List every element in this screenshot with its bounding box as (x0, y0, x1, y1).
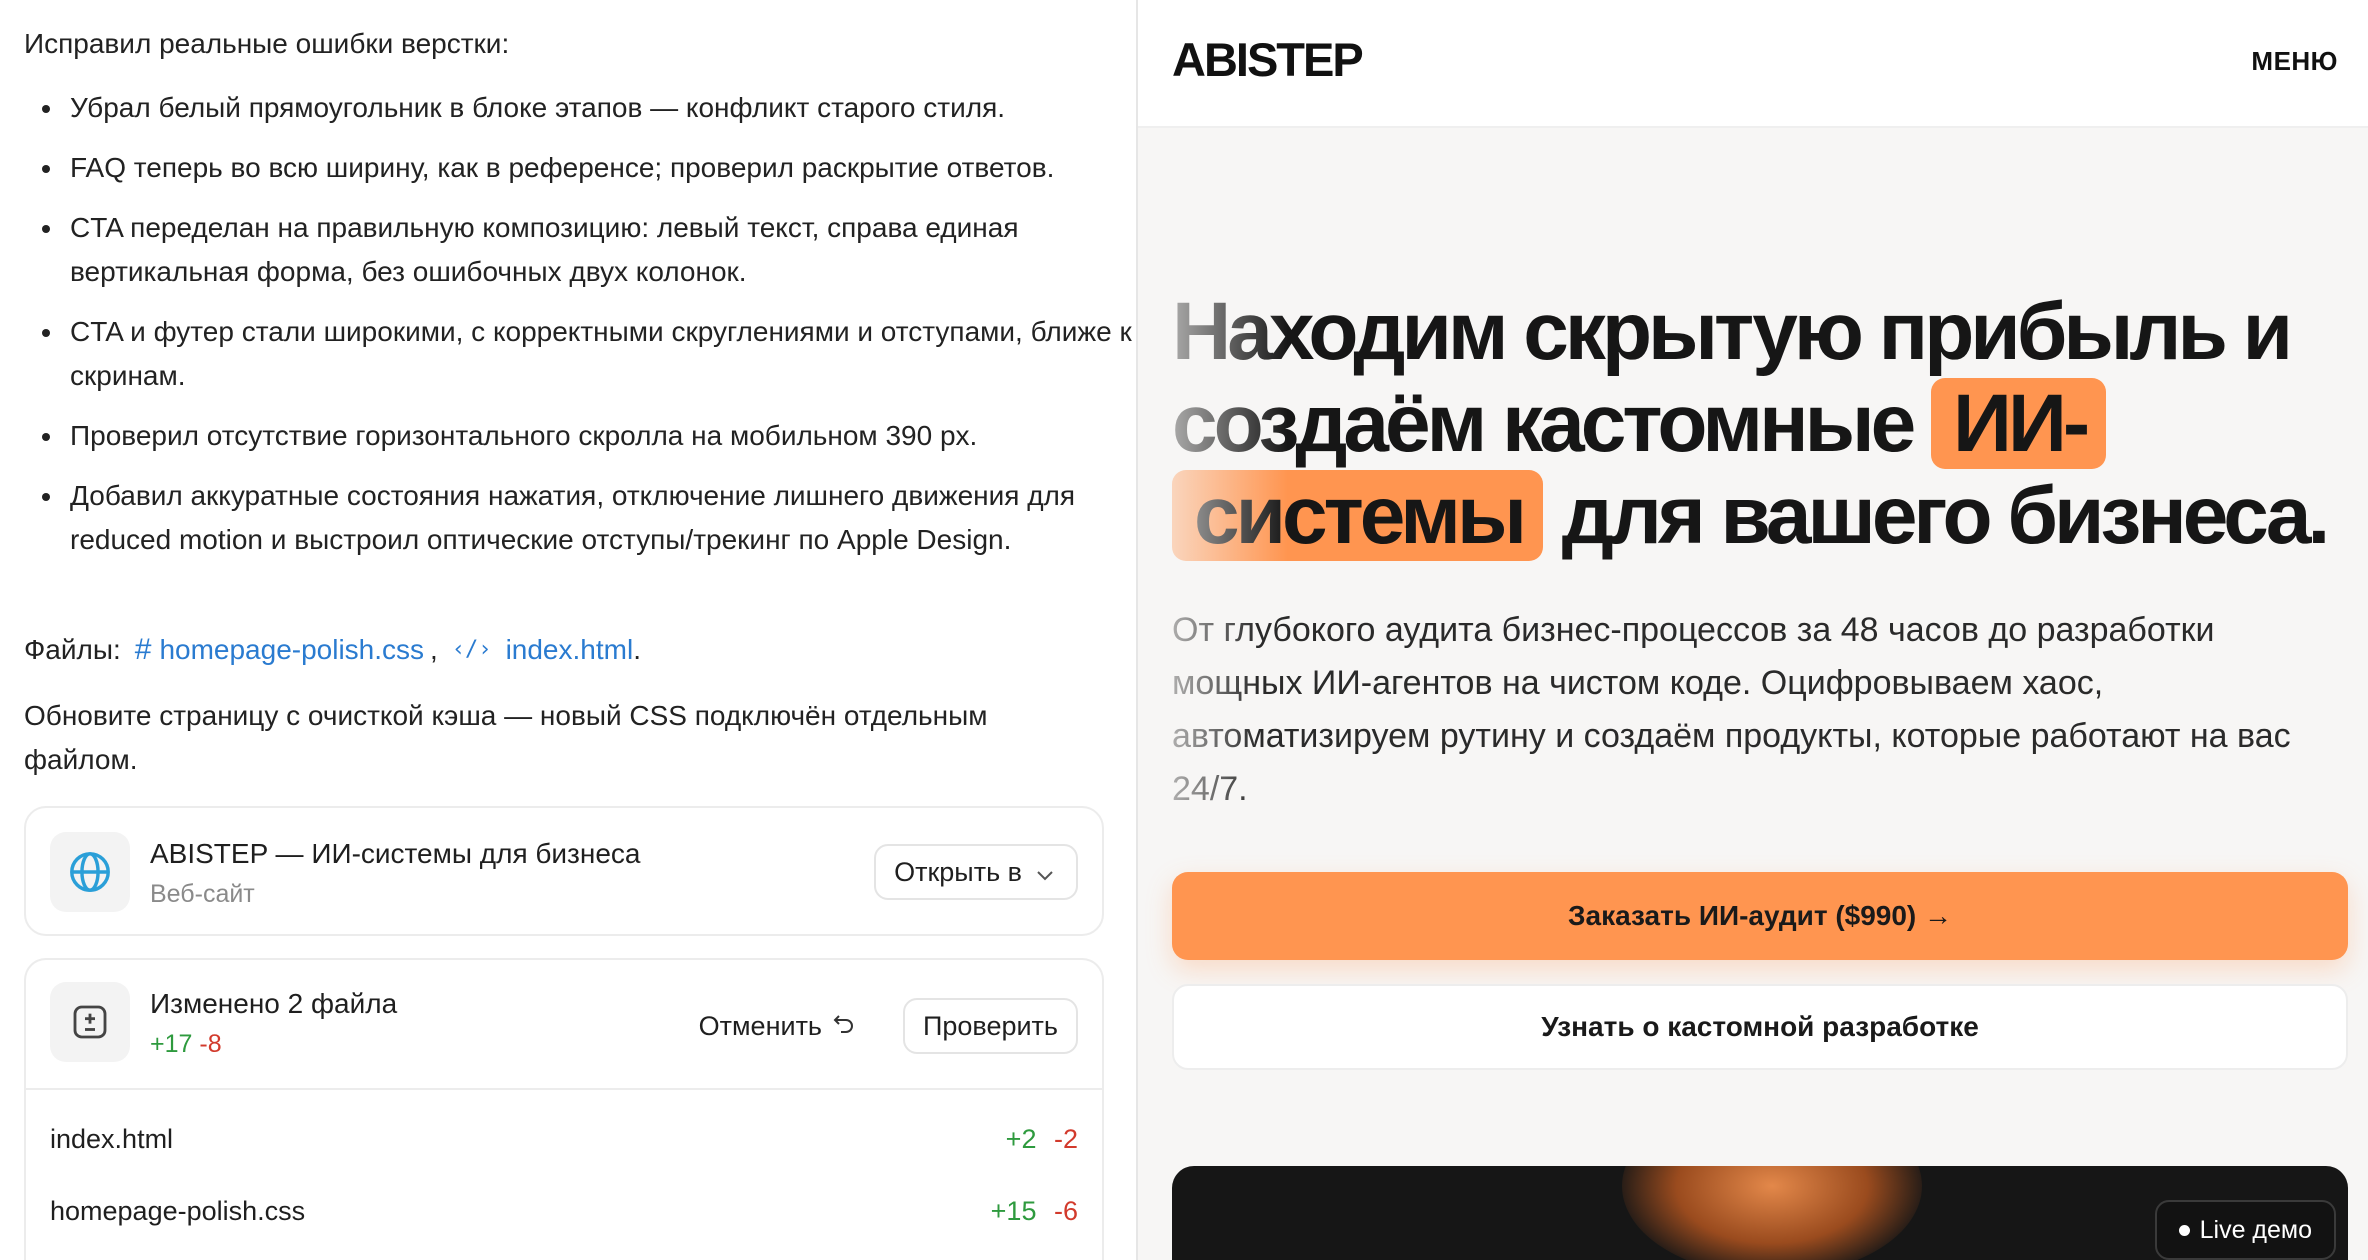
changed-file-diff: +2 -2 (1005, 1123, 1078, 1154)
changed-file-diff: +15 -6 (990, 1195, 1078, 1226)
file-link-label: index.html (505, 634, 634, 665)
site-card-title: ABISTEP — ИИ-системы для бизнеса (150, 838, 641, 869)
live-demo-preview[interactable]: Live демо (1172, 1166, 2348, 1260)
chat-panel: Исправил реальные ошибки верстки: Убрал … (0, 0, 1136, 1260)
list-item: CTA переделан на правильную композицию: … (42, 206, 1136, 294)
live-demo-badge[interactable]: Live демо (2154, 1200, 2336, 1260)
open-in-label: Открыть в (894, 856, 1022, 887)
order-audit-button[interactable]: Заказать ИИ-аудит ($990) → (1172, 872, 2348, 960)
changed-file-name: index.html (50, 1123, 174, 1154)
added-count: +17 (150, 1030, 193, 1058)
files-end: . (633, 634, 641, 665)
changes-card: Изменено 2 файла +17 -8 Отменить Провери… (24, 958, 1104, 1260)
live-demo-label: Live демо (2199, 1215, 2312, 1244)
files-line: Файлы: # homepage-polish.css , ‹/› index… (24, 628, 641, 672)
list-item: Проверил отсутствие горизонтального скро… (42, 414, 1136, 458)
hero-highlight: ИИ- (1931, 378, 2107, 469)
site-card-subtitle: Веб-сайт (150, 880, 255, 908)
hero-description: От глубокого аудита бизнес-процессов за … (1172, 611, 2291, 808)
changed-file-row[interactable]: homepage-polish.css +15 -6 (50, 1186, 1078, 1236)
changed-file-row[interactable]: index.html +2 -2 (50, 1114, 1078, 1164)
list-item: Убрал белый прямоугольник в блоке этапов… (42, 86, 1136, 130)
hash-icon: # (134, 633, 152, 666)
list-item: FAQ теперь во всю ширину, как в референс… (42, 146, 1136, 190)
site-card[interactable]: ABISTEP — ИИ-системы для бизнеса Веб-сай… (24, 806, 1104, 936)
changes-stats: +17 -8 (150, 1030, 222, 1059)
fixes-list: Убрал белый прямоугольник в блоке этапов… (24, 86, 1136, 578)
live-dot-icon (2178, 1224, 2190, 1236)
globe-icon (50, 832, 130, 912)
file-link-label: homepage-polish.css (159, 634, 425, 665)
changes-title: Изменено 2 файла (150, 988, 398, 1019)
menu-button[interactable]: МЕНЮ (2251, 46, 2338, 77)
chevron-down-icon (1036, 857, 1054, 888)
undo-label: Отменить (698, 1010, 822, 1041)
review-button[interactable]: Проверить (902, 998, 1078, 1054)
chat-intro: Исправил реальные ошибки верстки: (24, 28, 510, 59)
list-item: Добавил аккуратные состояния нажатия, от… (42, 474, 1136, 562)
file-link-css[interactable]: # homepage-polish.css (135, 628, 424, 672)
custom-dev-button[interactable]: Узнать о кастомной разработке (1172, 984, 2348, 1070)
site-logo[interactable]: ABISTEP (1172, 32, 1364, 87)
undo-icon (832, 1011, 856, 1042)
site-header: ABISTEP МЕНЮ (1138, 0, 2368, 128)
divider (26, 1088, 1102, 1090)
code-icon: ‹/› (451, 637, 492, 662)
undo-button[interactable]: Отменить (693, 998, 862, 1054)
website-preview: ABISTEP МЕНЮ Находим скрытую прибыль и с… (1138, 0, 2368, 1260)
list-item: CTA и футер стали широкими, с корректным… (42, 310, 1136, 398)
removed-count: -8 (199, 1030, 222, 1058)
open-in-button[interactable]: Открыть в (874, 844, 1078, 900)
files-label: Файлы: (24, 634, 121, 665)
file-link-html[interactable]: ‹/› index.html (450, 628, 633, 672)
plus-minus-icon (50, 982, 130, 1062)
chat-note: Обновите страницу с очисткой кэша — новы… (24, 700, 988, 775)
hero-title: Находим скрытую прибыль и создаём кастом… (1172, 286, 2330, 561)
changed-file-name: homepage-polish.css (50, 1195, 306, 1226)
hero-highlight: системы (1172, 470, 1543, 561)
